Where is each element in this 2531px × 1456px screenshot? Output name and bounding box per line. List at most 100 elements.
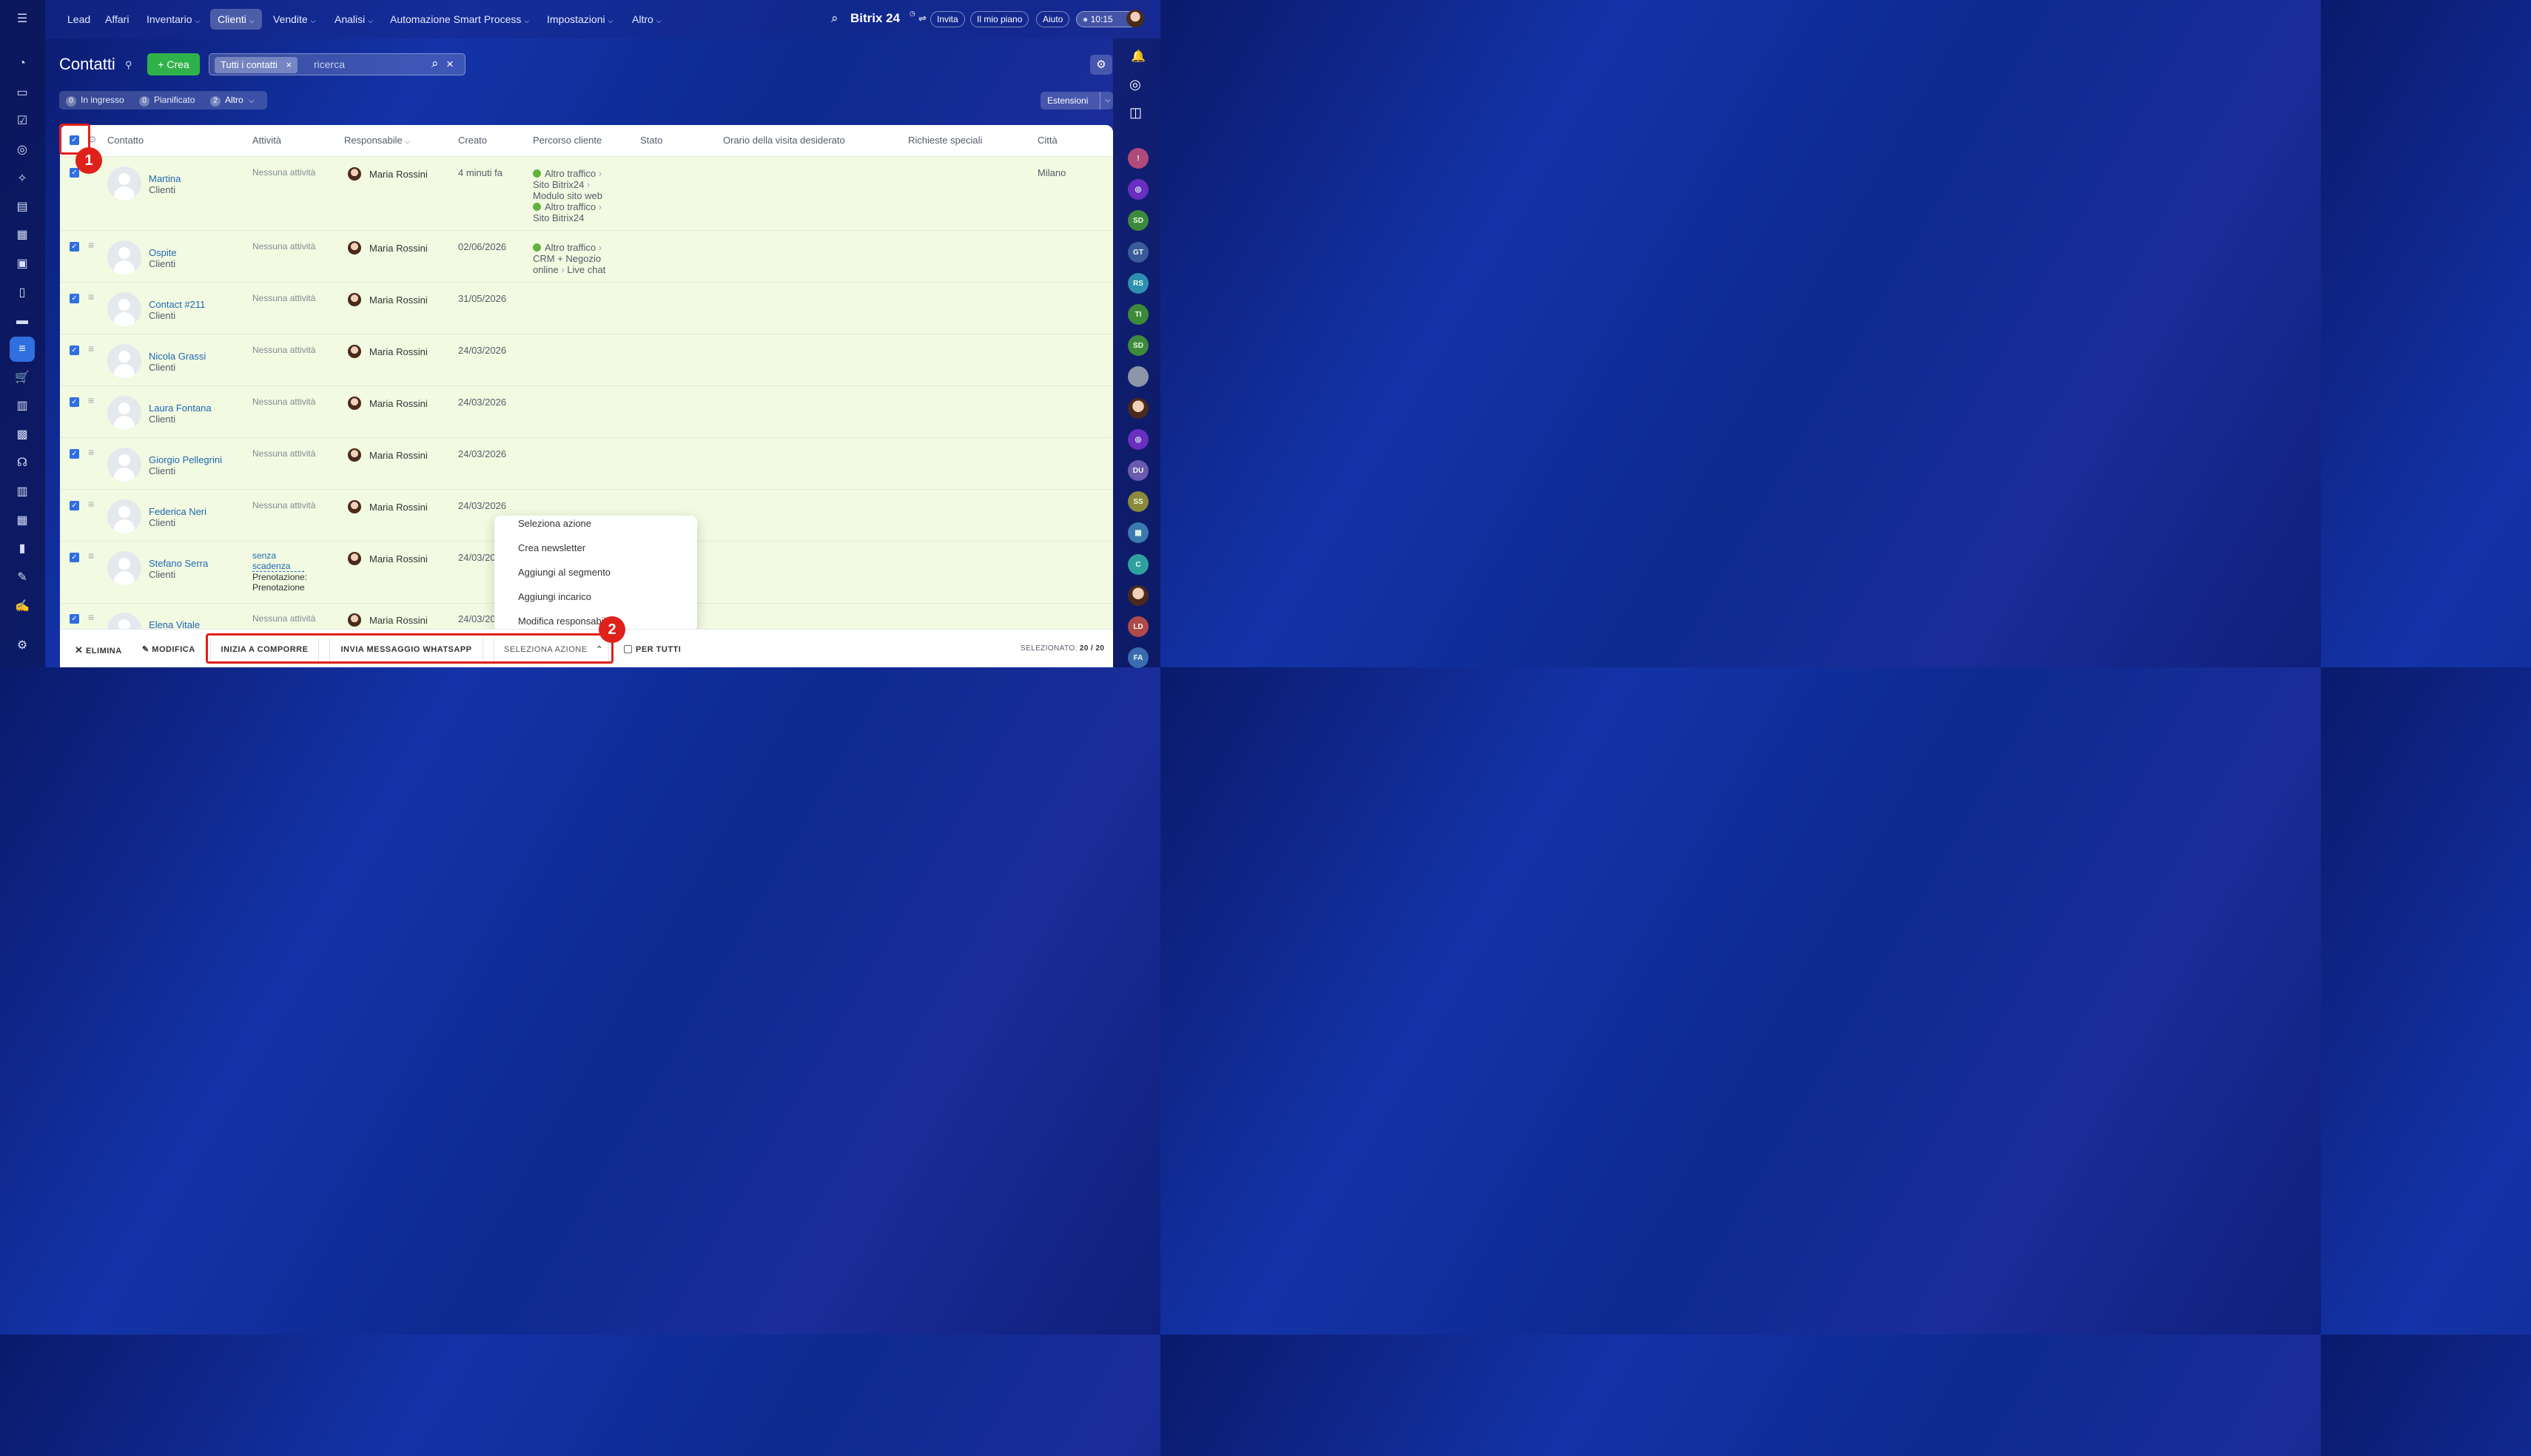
delete-button[interactable]: ✕ ELIMINA: [75, 644, 122, 656]
drag-handle-icon[interactable]: ≡: [88, 291, 94, 303]
activity-text[interactable]: Nessuna attività: [252, 293, 315, 303]
drive-icon[interactable]: ▬: [12, 311, 33, 331]
contact-name[interactable]: Nicola Grassi: [149, 351, 206, 362]
chat-bubble-icon[interactable]: ◫: [1129, 105, 1142, 121]
header-creato[interactable]: Creato: [458, 135, 487, 146]
row-checkbox[interactable]: ✓: [70, 553, 79, 562]
table-row[interactable]: ✓ Martina Clienti Nessuna attività Maria…: [60, 156, 1113, 230]
responsible-name[interactable]: Maria Rossini: [369, 294, 428, 306]
avatar-photo[interactable]: [1128, 398, 1149, 419]
documents-icon[interactable]: ▤: [12, 196, 33, 217]
row-checkbox[interactable]: ✓: [70, 449, 79, 459]
activity-text[interactable]: Nessuna attività: [252, 448, 315, 459]
contact-name[interactable]: Ospite: [149, 247, 177, 258]
nav-lead[interactable]: Lead: [64, 9, 93, 30]
nav-altro[interactable]: Altro ⌵: [629, 9, 665, 30]
settings-gear-button[interactable]: ⚙: [1090, 55, 1112, 75]
channel-avatar[interactable]: !: [1128, 148, 1149, 169]
header-citta[interactable]: Città: [1038, 135, 1058, 146]
contact-name[interactable]: Federica Neri: [149, 506, 206, 517]
close-icon[interactable]: ×: [286, 59, 292, 70]
bot-icon[interactable]: ☊: [12, 452, 33, 473]
contact-name[interactable]: Laura Fontana: [149, 402, 212, 414]
file-icon[interactable]: ▯: [12, 282, 33, 303]
nav-inventario[interactable]: Inventario ⌵: [144, 9, 203, 30]
action-add-to-segment[interactable]: Aggiungi al segmento: [518, 567, 611, 578]
search-icon[interactable]: ⌕: [431, 56, 439, 71]
table-row[interactable]: ✓ ≡ Ospite Clienti Nessuna attività Mari…: [60, 230, 1113, 282]
row-checkbox[interactable]: ✓: [70, 168, 79, 178]
action-select-placeholder[interactable]: Seleziona azione: [518, 518, 591, 529]
responsible-name[interactable]: Maria Rossini: [369, 398, 428, 409]
counter-planned[interactable]: 0 Pianificato: [139, 91, 195, 109]
clear-icon[interactable]: ×: [446, 57, 454, 72]
nav-clienti[interactable]: Clienti ⌵: [210, 9, 262, 30]
avatar-gt[interactable]: GT: [1128, 242, 1149, 263]
activity-text[interactable]: Nessuna attività: [252, 167, 315, 178]
tasks-icon[interactable]: ☑: [12, 110, 33, 131]
avatar-ss[interactable]: SS: [1128, 491, 1149, 512]
contact-name[interactable]: Giorgio Pellegrini: [149, 454, 222, 465]
crm-icon[interactable]: ✧: [12, 168, 33, 189]
chat-icon[interactable]: ▭: [12, 82, 33, 103]
for-all-checkbox[interactable]: [624, 645, 632, 653]
activity-deadline-link[interactable]: senza scadenza: [252, 550, 304, 572]
store-icon[interactable]: ▥: [12, 395, 33, 416]
avatar-sd2[interactable]: SD: [1128, 335, 1149, 356]
avatar-photo[interactable]: [1128, 366, 1149, 387]
header-percorso[interactable]: Percorso cliente: [533, 135, 602, 146]
table-row[interactable]: ✓ ≡ Nicola Grassi Clienti Nessuna attivi…: [60, 334, 1113, 385]
counter-other[interactable]: 2 Altro ⌵: [210, 91, 255, 109]
row-checkbox[interactable]: ✓: [70, 614, 79, 624]
avatar-ti[interactable]: TI: [1128, 304, 1149, 325]
avatar-du[interactable]: DU: [1128, 460, 1149, 481]
settings-icon[interactable]: ⚙: [12, 635, 33, 655]
calendar-avatar[interactable]: ▦: [1128, 522, 1149, 543]
sites-icon[interactable]: ◎: [12, 139, 33, 160]
header-richieste[interactable]: Richieste speciali: [908, 135, 982, 146]
schedule-icon[interactable]: ▦: [12, 510, 33, 530]
sign-icon[interactable]: ✍: [12, 596, 33, 616]
help-button[interactable]: Aiuto: [1036, 11, 1070, 27]
table-row[interactable]: ✓ ≡ Contact #211 Clienti Nessuna attivit…: [60, 282, 1113, 334]
feed-icon[interactable]: ◔: [12, 53, 33, 74]
contact-center-icon[interactable]: ▩: [12, 424, 33, 445]
header-attivita[interactable]: Attività: [252, 135, 281, 146]
action-create-newsletter[interactable]: Crea newsletter: [518, 542, 585, 553]
avatar-sd[interactable]: SD: [1128, 210, 1149, 231]
drag-handle-icon[interactable]: ≡: [88, 498, 94, 510]
contact-name[interactable]: Contact #211: [149, 299, 205, 310]
row-checkbox[interactable]: ✓: [70, 346, 79, 355]
activity-text[interactable]: Nessuna attività: [252, 241, 315, 252]
contact-name[interactable]: Stefano Serra: [149, 558, 208, 569]
avatar-fa[interactable]: FA: [1128, 647, 1149, 668]
search-input[interactable]: ricerca: [314, 58, 345, 70]
user-avatar[interactable]: [1126, 10, 1144, 27]
activity-text[interactable]: Nessuna attività: [252, 500, 315, 510]
header-orario[interactable]: Orario della visita desiderato: [723, 135, 845, 146]
responsible-name[interactable]: Maria Rossini: [369, 615, 428, 626]
my-plan-button[interactable]: Il mio piano: [970, 11, 1029, 27]
search-icon[interactable]: ⌕: [831, 11, 838, 26]
edit-button[interactable]: ✎ MODIFICA: [142, 644, 195, 654]
cart-icon[interactable]: 🛒: [12, 367, 33, 388]
action-add-task[interactable]: Aggiungi incarico: [518, 591, 591, 602]
board-icon[interactable]: ▣: [12, 253, 33, 274]
filter-search[interactable]: Tutti i contatti × ricerca ⌕ ×: [209, 53, 465, 75]
nav-analisi[interactable]: Analisi ⌵: [332, 9, 376, 30]
responsible-name[interactable]: Maria Rossini: [369, 243, 428, 254]
nav-automazione[interactable]: Automazione Smart Process ⌵: [387, 9, 532, 30]
responsible-name[interactable]: Maria Rossini: [369, 553, 428, 564]
create-button[interactable]: + Crea: [147, 53, 200, 75]
extensions-button[interactable]: Estensioni ⌵: [1041, 92, 1113, 109]
table-row[interactable]: ✓ ≡ Giorgio Pellegrini Clienti Nessuna a…: [60, 437, 1113, 489]
header-stato[interactable]: Stato: [640, 135, 662, 146]
crm-filter-icon[interactable]: ≡: [10, 337, 35, 362]
row-checkbox[interactable]: ✓: [70, 501, 79, 510]
pin-icon[interactable]: ⚲: [125, 59, 132, 71]
responsible-name[interactable]: Maria Rossini: [369, 346, 428, 357]
avatar-rs[interactable]: RS: [1128, 273, 1149, 294]
report-icon[interactable]: ✎: [12, 567, 33, 587]
menu-icon[interactable]: ☰: [12, 8, 33, 29]
responsible-name[interactable]: Maria Rossini: [369, 450, 428, 461]
